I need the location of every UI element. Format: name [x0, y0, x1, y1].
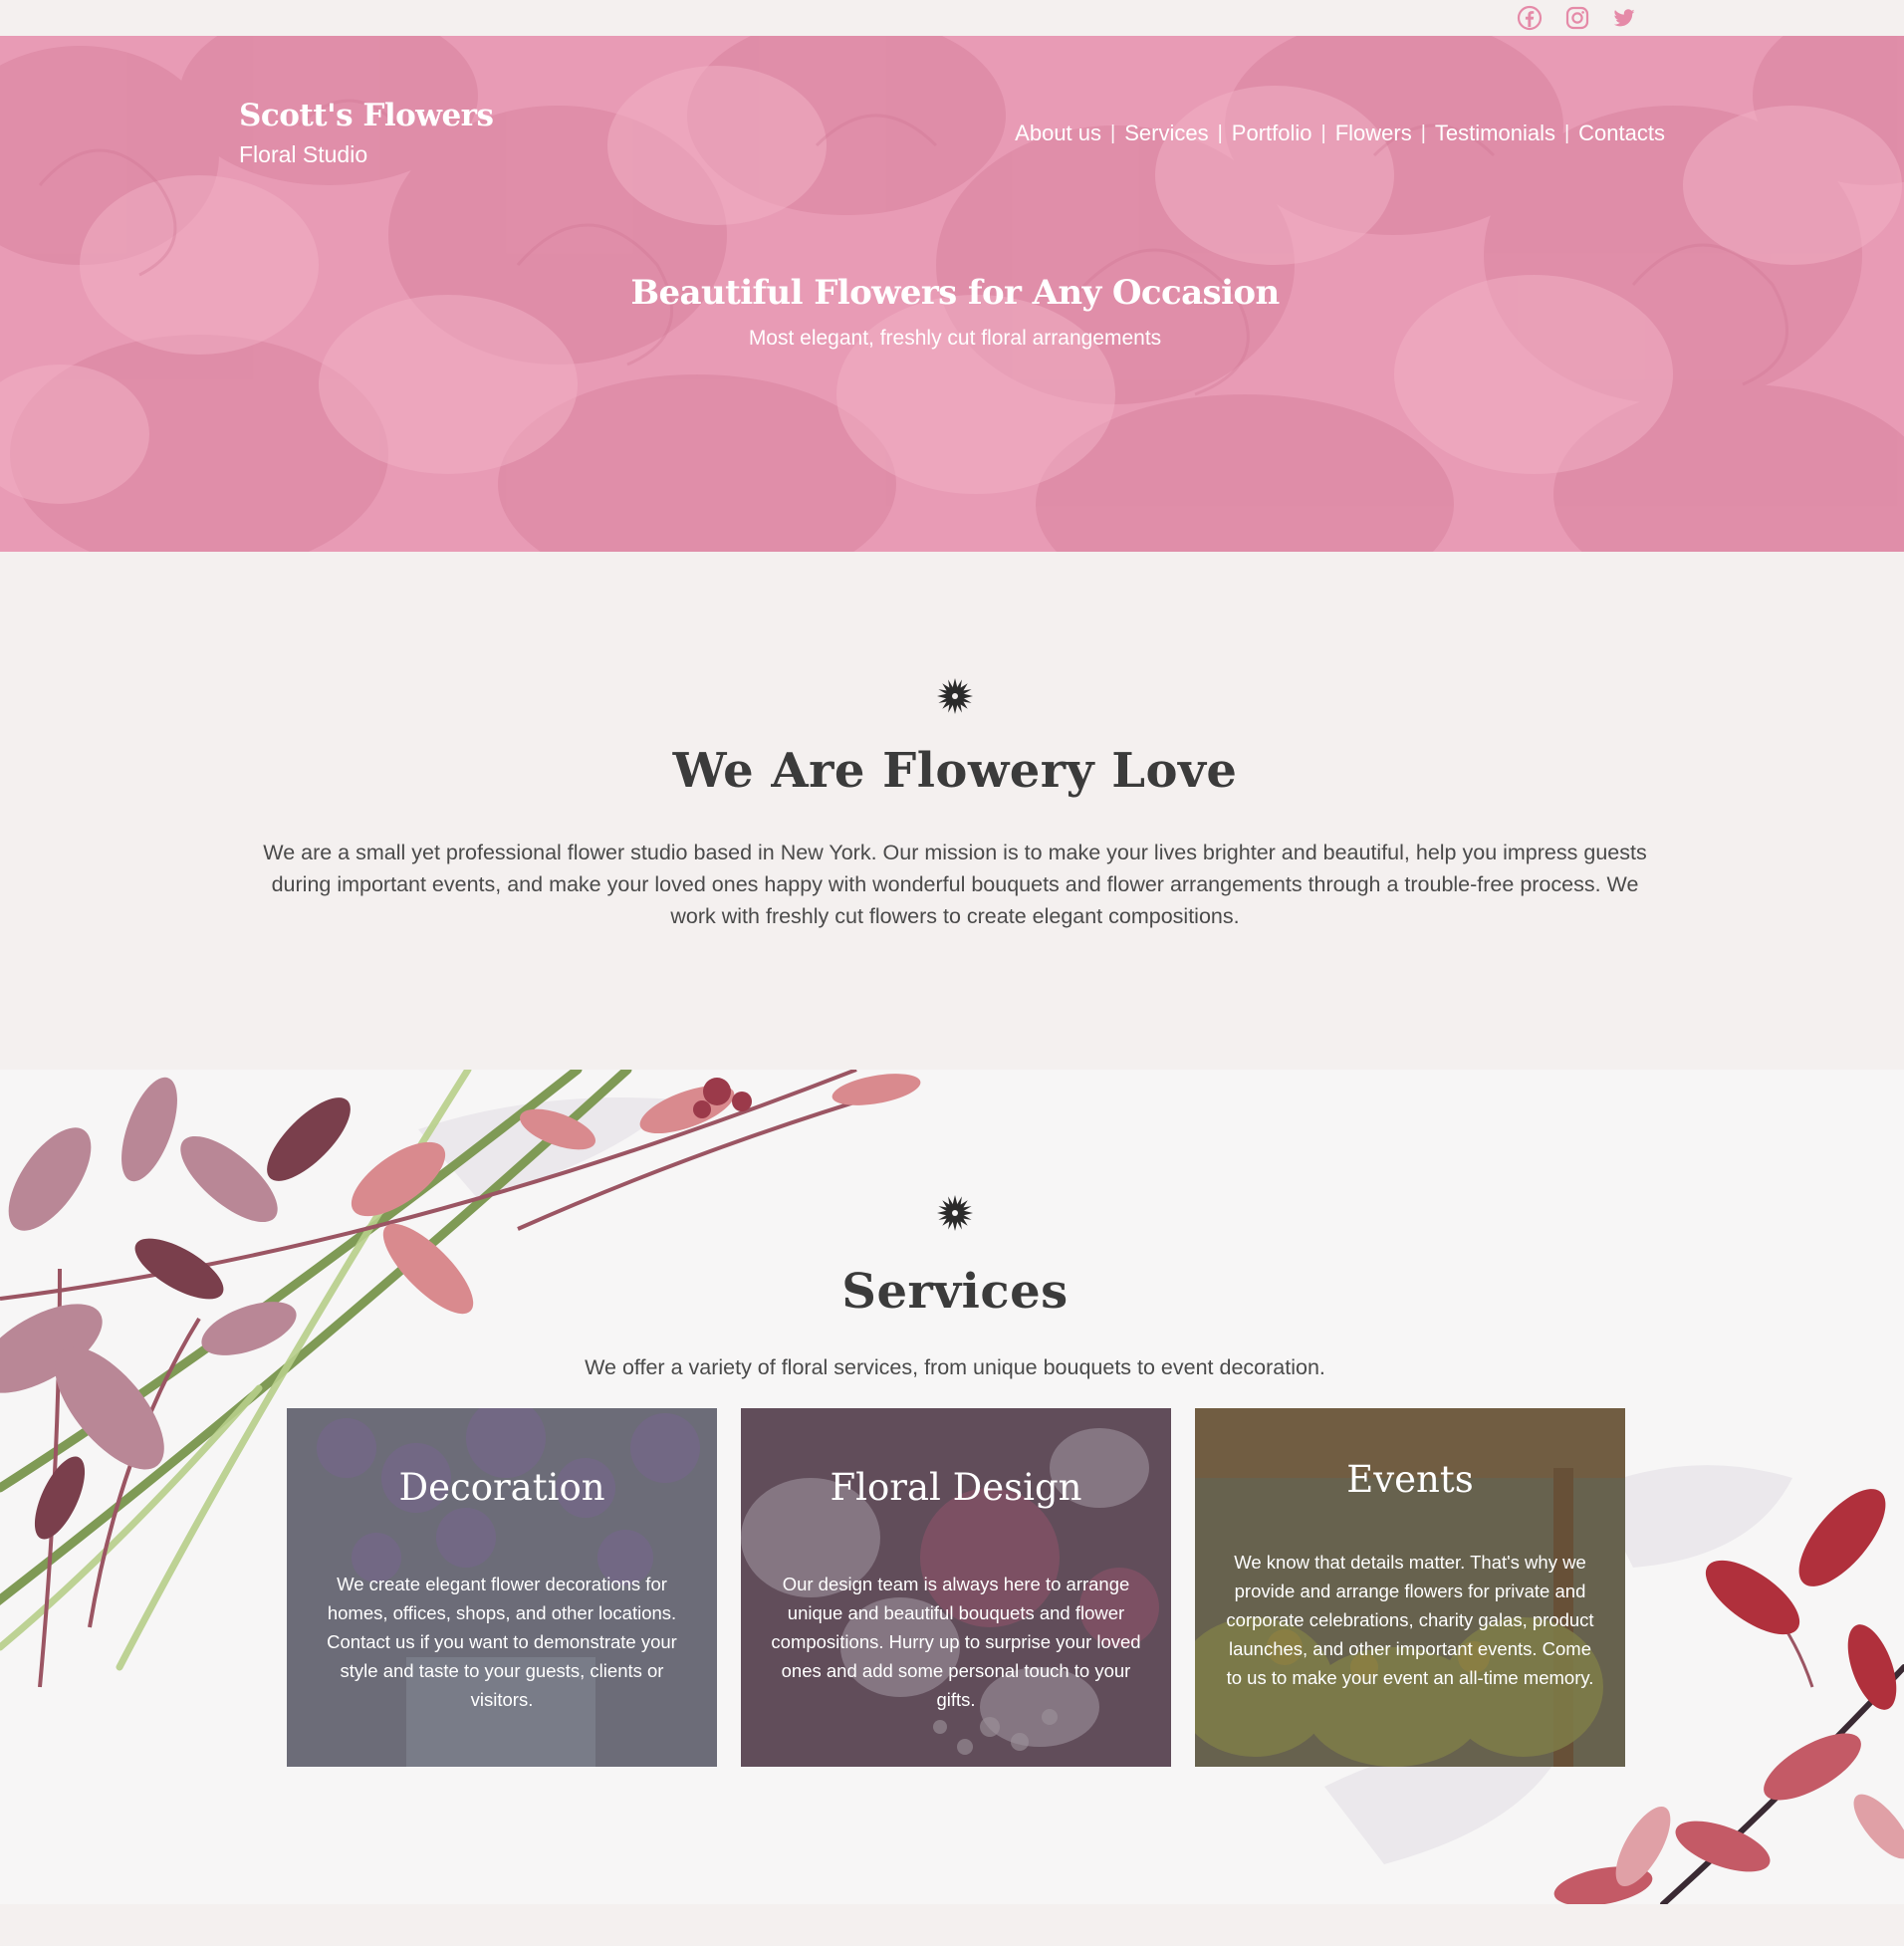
brand[interactable]: Scott's Flowers Floral Studio [239, 98, 494, 168]
footer-strip [0, 1904, 1904, 1946]
services-section: Services We offer a variety of floral se… [0, 1070, 1904, 1904]
social-bar [0, 0, 1904, 36]
hero-banner: Scott's Flowers Floral Studio About us |… [0, 36, 1904, 552]
nav-item-portfolio[interactable]: Portfolio [1232, 121, 1312, 146]
card-text: We create elegant flower decorations for… [327, 1574, 677, 1710]
nav-item-flowers[interactable]: Flowers [1335, 121, 1412, 146]
nav-separator: | [1320, 122, 1326, 144]
service-card-floral-design[interactable]: Floral Design Our design team is always … [741, 1408, 1171, 1767]
service-card-decoration[interactable]: Decoration We create elegant flower deco… [287, 1408, 717, 1767]
about-section: We Are Flowery Love We are a small yet p… [0, 552, 1904, 1070]
service-card-events[interactable]: Events We know that details matter. That… [1195, 1408, 1625, 1767]
card-text: Our design team is always here to arrang… [771, 1574, 1141, 1710]
card-title: Events [1346, 1458, 1474, 1501]
nav-item-contacts[interactable]: Contacts [1578, 121, 1665, 146]
brand-subtitle: Floral Studio [239, 141, 368, 167]
services-subtitle: We offer a variety of floral services, f… [585, 1355, 1325, 1379]
nav-separator: | [1110, 122, 1116, 144]
brand-title[interactable]: Scott's Flowers [239, 98, 494, 133]
nav-separator: | [1563, 122, 1570, 144]
flower-icon [937, 678, 973, 714]
nav-item-about-us[interactable]: About us [1015, 121, 1101, 146]
card-title: Floral Design [830, 1466, 1082, 1509]
services-title: Services [841, 1264, 1069, 1320]
nav-separator: | [1420, 122, 1426, 144]
about-text: We are a small yet professional flower s… [263, 841, 1647, 928]
flower-icon [937, 1195, 973, 1231]
nav-separator: | [1217, 122, 1223, 144]
twitter-icon[interactable] [1611, 5, 1637, 31]
card-title: Decoration [398, 1466, 605, 1509]
facebook-icon[interactable] [1517, 5, 1543, 31]
card-text: We know that details matter. That's why … [1226, 1552, 1594, 1688]
main-nav: About us | Services | Portfolio | Flower… [1015, 121, 1665, 146]
hero-subtitle: Most elegant, freshly cut floral arrange… [748, 327, 1162, 350]
about-title: We Are Flowery Love [672, 743, 1238, 799]
nav-item-testimonials[interactable]: Testimonials [1435, 121, 1555, 146]
nav-item-services[interactable]: Services [1124, 121, 1208, 146]
instagram-icon[interactable] [1564, 5, 1590, 31]
hero-title: Beautiful Flowers for Any Occasion [630, 273, 1280, 313]
